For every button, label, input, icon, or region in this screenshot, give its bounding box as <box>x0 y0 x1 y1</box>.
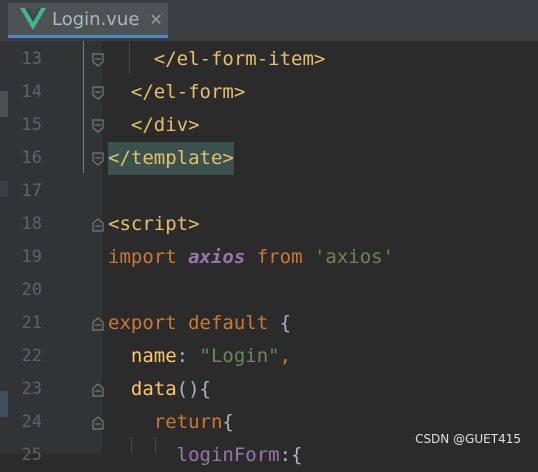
fold-end-icon[interactable] <box>92 119 104 133</box>
line-number: 22 <box>21 346 42 366</box>
vue-logo-icon <box>20 8 46 30</box>
line-number: 24 <box>21 412 42 432</box>
code-line: 13 </el-form-item> <box>0 43 538 76</box>
code-text: import axios from 'axios' <box>108 246 395 268</box>
editor-tab-bar: Login.vue ✕ <box>0 0 538 42</box>
code-line: 19 import axios from 'axios' <box>0 241 538 274</box>
line-number: 13 <box>21 49 42 69</box>
code-text: return{ <box>153 411 234 433</box>
close-icon[interactable]: ✕ <box>149 10 162 29</box>
tab-login-vue[interactable]: Login.vue ✕ <box>8 3 168 38</box>
line-number: 23 <box>21 379 42 399</box>
code-line: 17 <box>0 175 538 208</box>
line-number: 16 <box>21 148 42 168</box>
code-line: 16 </template> <box>0 142 538 175</box>
watermark: CSDN @GUET415 <box>415 432 521 446</box>
fold-start-icon[interactable] <box>92 416 104 430</box>
matched-tag: </template> <box>108 142 234 175</box>
code-text: data(){ <box>130 378 211 400</box>
code-line: 23 data(){ <box>0 373 538 406</box>
fold-start-icon[interactable] <box>92 317 104 331</box>
code-line: 21 export default { <box>0 307 538 340</box>
fold-end-icon[interactable] <box>92 53 104 67</box>
code-text: </el-form-item> <box>108 48 326 70</box>
code-line: 15 </div> <box>0 109 538 142</box>
line-number: 25 <box>21 445 42 465</box>
code-text: loginForm:{ <box>176 444 303 466</box>
code-line: 14 </el-form> <box>0 76 538 109</box>
tab-title: Login.vue <box>52 8 140 30</box>
fold-end-icon[interactable] <box>92 152 104 166</box>
line-number: 18 <box>21 214 42 234</box>
code-text: </el-form> <box>108 81 246 103</box>
line-number: 14 <box>21 82 42 102</box>
code-text: export default { <box>108 312 292 334</box>
fold-start-icon[interactable] <box>92 383 104 397</box>
line-number: 21 <box>21 313 42 333</box>
code-line: 18 <script> <box>0 208 538 241</box>
code-line: 22 name: "Login", <box>0 340 538 373</box>
code-line: 20 <box>0 274 538 307</box>
code-text: name: "Login", <box>130 345 292 367</box>
line-number: 17 <box>21 181 42 201</box>
code-text: <script> <box>108 213 200 235</box>
fold-end-icon[interactable] <box>92 86 104 100</box>
line-number: 15 <box>21 115 42 135</box>
line-number: 19 <box>21 247 42 267</box>
code-text: </div> <box>108 114 200 136</box>
line-number: 20 <box>21 280 42 300</box>
fold-start-icon[interactable] <box>92 218 104 232</box>
